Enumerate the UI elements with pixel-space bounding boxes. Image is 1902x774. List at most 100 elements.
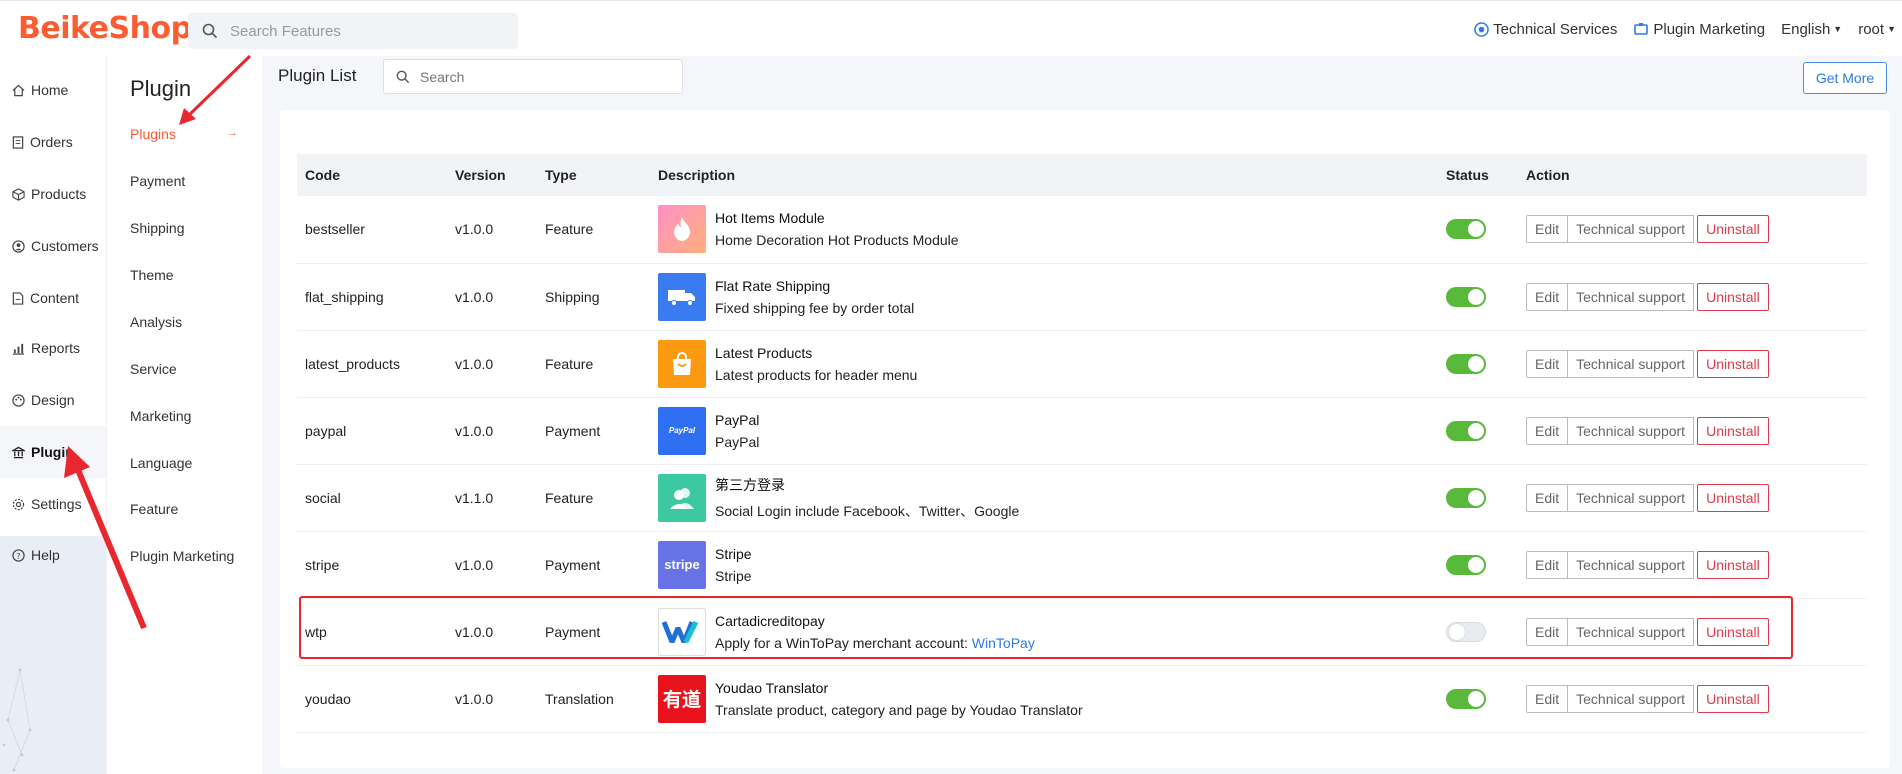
arrow-right-icon: → (227, 127, 238, 139)
user-dropdown[interactable]: root ▼ (1858, 21, 1896, 38)
sub-item-label: Plugins (130, 126, 176, 142)
sub-item-plugin-marketing[interactable]: Plugin Marketing (130, 548, 234, 564)
plugin-version: v1.1.0 (447, 464, 537, 532)
edit-button[interactable]: Edit (1526, 617, 1569, 646)
paypal-logo-text: PayPal (668, 426, 696, 435)
table-header-row: Code Version Type Description Status Act… (297, 154, 1867, 196)
sub-item-feature[interactable]: Feature (130, 501, 178, 517)
wintopay-link[interactable]: WinToPay (972, 635, 1035, 651)
status-toggle[interactable] (1446, 286, 1486, 307)
edit-button[interactable]: Edit (1526, 349, 1569, 378)
sub-item-analysis[interactable]: Analysis (130, 314, 182, 330)
uninstall-button[interactable]: Uninstall (1697, 617, 1769, 646)
plugin-version: v1.0.0 (447, 598, 537, 666)
uninstall-button[interactable]: Uninstall (1697, 215, 1769, 244)
sub-item-payment[interactable]: Payment (130, 173, 185, 189)
plugin-name: Youdao Translator (715, 679, 829, 696)
fire-icon (658, 205, 706, 254)
sidebar-item-label: Orders (30, 134, 73, 150)
sidebar-item-help[interactable]: ? Help (0, 529, 106, 581)
technical-support-button[interactable]: Technical support (1568, 550, 1695, 579)
sidebar-item-label: Help (31, 547, 60, 563)
sidebar-item-reports[interactable]: Reports (0, 322, 106, 374)
plugin-marketing-link[interactable]: Plugin Marketing (1633, 21, 1765, 38)
plugin-search-input[interactable]: Search (383, 59, 683, 94)
wintopay-logo-icon (658, 607, 706, 656)
technical-support-button[interactable]: Technical support (1568, 416, 1695, 445)
language-dropdown[interactable]: English ▼ (1781, 21, 1842, 38)
plugin-code: social (297, 464, 447, 532)
sidebar-item-settings[interactable]: Settings (0, 478, 106, 530)
edit-button[interactable]: Edit (1526, 416, 1569, 445)
plugin-code: paypal (297, 397, 447, 465)
table-row: paypal v1.0.0 Payment PayPal PayPal PayP… (297, 397, 1867, 465)
status-toggle[interactable] (1446, 621, 1486, 642)
paypal-logo-icon: PayPal (658, 406, 706, 455)
sidebar-item-content[interactable]: Content (0, 272, 106, 324)
content-icon (12, 291, 24, 305)
truck-icon (658, 272, 706, 321)
technical-support-button[interactable]: Technical support (1568, 483, 1695, 512)
table-row: bestseller v1.0.0 Feature Hot Items Modu… (297, 196, 1867, 264)
status-toggle[interactable] (1446, 219, 1486, 240)
plugin-type: Shipping (537, 263, 650, 331)
sub-item-marketing[interactable]: Marketing (130, 408, 191, 424)
sub-item-plugins[interactable]: Plugins → (130, 126, 250, 142)
orders-icon (12, 135, 24, 149)
technical-support-button[interactable]: Technical support (1568, 684, 1695, 713)
technical-services-link[interactable]: Technical Services (1474, 21, 1617, 38)
technical-support-button[interactable]: Technical support (1568, 349, 1695, 378)
edit-button[interactable]: Edit (1526, 550, 1569, 579)
sidebar-item-design[interactable]: Design (0, 374, 106, 426)
plugin-description: Apply for a WinToPay merchant account: (715, 634, 972, 651)
status-toggle[interactable] (1446, 554, 1486, 575)
sidebar-item-customers[interactable]: Customers (0, 220, 106, 272)
plugin-type: Translation (537, 665, 650, 733)
uninstall-button[interactable]: Uninstall (1697, 349, 1769, 378)
sidebar-item-plugin[interactable]: Plugin (0, 426, 106, 478)
sub-item-language[interactable]: Language (130, 455, 192, 471)
uninstall-button[interactable]: Uninstall (1697, 483, 1769, 512)
technical-support-button[interactable]: Technical support (1568, 282, 1695, 311)
technical-support-button[interactable]: Technical support (1568, 215, 1695, 244)
youdao-logo-icon: 有道 (658, 674, 706, 723)
edit-button[interactable]: Edit (1526, 483, 1569, 512)
settings-icon (12, 498, 25, 510)
status-toggle[interactable] (1446, 353, 1486, 374)
column-header-code: Code (297, 154, 447, 196)
app-logo[interactable]: BeikeShop (18, 11, 192, 46)
globe-icon (1474, 21, 1489, 37)
help-icon: ? (12, 548, 25, 562)
edit-button[interactable]: Edit (1526, 215, 1569, 244)
uninstall-button[interactable]: Uninstall (1697, 550, 1769, 579)
sub-item-theme[interactable]: Theme (130, 267, 174, 283)
edit-button[interactable]: Edit (1526, 282, 1569, 311)
plugin-search-placeholder: Search (420, 68, 465, 85)
plugin-name: 第三方登录 (715, 476, 785, 493)
status-toggle[interactable] (1446, 487, 1486, 508)
sub-item-service[interactable]: Service (130, 361, 177, 377)
plugin-description: Home Decoration Hot Products Module (715, 232, 959, 249)
uninstall-button[interactable]: Uninstall (1697, 684, 1769, 713)
sub-item-shipping[interactable]: Shipping (130, 220, 185, 236)
plugin-table: Code Version Type Description Status Act… (297, 154, 1867, 733)
sidebar-item-products[interactable]: Products (0, 168, 106, 220)
feature-search-input[interactable]: Search Features (188, 13, 518, 49)
uninstall-button[interactable]: Uninstall (1697, 416, 1769, 445)
plugin-description: Latest products for header menu (715, 366, 918, 383)
get-more-button[interactable]: Get More (1803, 62, 1887, 94)
status-toggle[interactable] (1446, 688, 1486, 709)
technical-support-button[interactable]: Technical support (1568, 617, 1695, 646)
column-header-description: Description (650, 154, 1438, 196)
plugin-type: Payment (537, 598, 650, 666)
feature-search-placeholder: Search Features (230, 22, 341, 40)
status-toggle[interactable] (1446, 420, 1486, 441)
sidebar-item-home[interactable]: Home (0, 64, 106, 116)
decorative-network-graphic (2, 668, 32, 772)
edit-button[interactable]: Edit (1526, 684, 1569, 713)
plugin-icon (12, 446, 25, 458)
sidebar-item-orders[interactable]: Orders (0, 116, 106, 168)
table-row: youdao v1.0.0 Translation 有道 Youdao Tran… (297, 665, 1867, 733)
stripe-logo-text: stripe (664, 557, 700, 572)
uninstall-button[interactable]: Uninstall (1697, 282, 1769, 311)
